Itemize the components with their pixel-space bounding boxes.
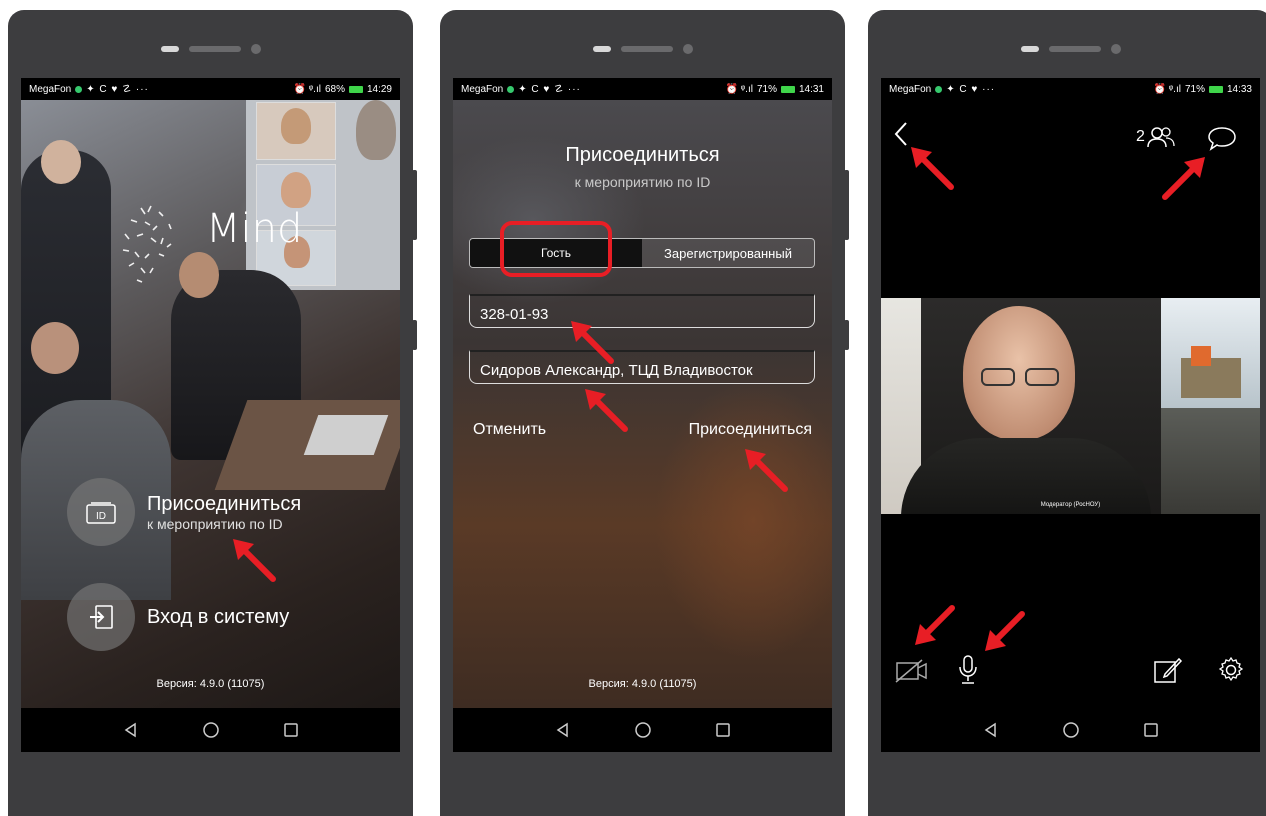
version-label: Версия: 4.9.0 (11075) bbox=[156, 678, 265, 690]
status-bar: MegaFon ✦ C ♥ ☡ ··· ⏰ ᵠ.ıl 68% 14:29 bbox=[21, 78, 400, 100]
red-arrow-icon bbox=[911, 147, 954, 190]
nav-recent-icon[interactable] bbox=[715, 722, 731, 738]
red-arrow-icon bbox=[571, 321, 614, 364]
carrier-label: MegaFon bbox=[461, 83, 504, 95]
carrier-label: MegaFon bbox=[29, 83, 72, 95]
join-icon-circle: ID bbox=[67, 478, 135, 546]
video-wall-photo bbox=[246, 100, 400, 290]
page-subtitle: к мероприятию по ID bbox=[574, 174, 711, 190]
join-button[interactable]: Присоединиться bbox=[689, 421, 812, 439]
phone-1-screen: MegaFon ✦ C ♥ ☡ ··· ⏰ ᵠ.ıl 68% 14:29 Min… bbox=[21, 78, 400, 752]
event-id-input[interactable] bbox=[469, 294, 815, 328]
login-button[interactable]: Вход в систему bbox=[67, 583, 289, 651]
nav-back-icon[interactable] bbox=[123, 722, 139, 738]
status-dot-icon bbox=[75, 85, 83, 93]
nav-back-icon[interactable] bbox=[555, 722, 571, 738]
battery-percent: 71% bbox=[1184, 83, 1205, 95]
notification-icons: ✦ C ♥ ··· bbox=[946, 83, 996, 95]
whiteboard-edit-icon[interactable] bbox=[1153, 656, 1183, 684]
cancel-button[interactable]: Отменить bbox=[473, 421, 546, 439]
nav-recent-icon[interactable] bbox=[283, 722, 299, 738]
clock: 14:33 bbox=[1226, 83, 1252, 95]
side-button bbox=[412, 170, 417, 240]
camera-off-icon[interactable] bbox=[895, 658, 929, 684]
participant-video: Модератор (РосНОУ) bbox=[881, 298, 1260, 514]
signal-icons: ⏰ ᵠ.ıl bbox=[1153, 83, 1181, 95]
join-title: Присоединиться bbox=[147, 492, 302, 515]
chat-icon[interactable] bbox=[1207, 126, 1237, 152]
nav-home-icon[interactable] bbox=[202, 721, 220, 739]
android-nav-bar bbox=[21, 708, 400, 752]
settings-gear-icon[interactable] bbox=[1217, 656, 1245, 684]
red-arrow-icon bbox=[745, 449, 788, 492]
phone-speaker bbox=[592, 44, 693, 54]
page-title: Присоединиться bbox=[565, 144, 720, 166]
red-arrow-icon bbox=[233, 539, 276, 582]
phone-speaker bbox=[160, 44, 261, 54]
mind-logo-mark-icon bbox=[122, 205, 172, 283]
microphone-icon[interactable] bbox=[957, 654, 979, 686]
signal-icons: ⏰ ᵠ.ıl bbox=[293, 83, 321, 95]
phone-2: MegaFon ✦ C ♥ ☡ ··· ⏰ ᵠ.ıl 71% 14:31 При… bbox=[440, 10, 849, 816]
phone-1: MegaFon ✦ C ♥ ☡ ··· ⏰ ᵠ.ıl 68% 14:29 Min… bbox=[8, 10, 417, 816]
login-title: Вход в систему bbox=[147, 605, 290, 628]
notification-icons: ✦ C ♥ ☡ ··· bbox=[518, 83, 581, 95]
status-bar: MegaFon ✦ C ♥ ☡ ··· ⏰ ᵠ.ıl 71% 14:31 bbox=[453, 78, 832, 100]
battery-percent: 68% bbox=[324, 83, 345, 95]
status-dot-icon bbox=[507, 85, 515, 93]
signal-icons: ⏰ ᵠ.ıl bbox=[725, 83, 753, 95]
side-button bbox=[844, 320, 849, 350]
battery-icon bbox=[780, 85, 795, 93]
nav-home-icon[interactable] bbox=[634, 721, 652, 739]
android-nav-bar bbox=[881, 708, 1260, 752]
red-arrow-icon bbox=[1162, 157, 1205, 200]
battery-icon bbox=[348, 85, 363, 93]
nav-home-icon[interactable] bbox=[1062, 721, 1080, 739]
svg-text:ID: ID bbox=[96, 511, 106, 522]
guest-tab-highlight bbox=[500, 221, 612, 277]
phone-3: MegaFon ✦ C ♥ ··· ⏰ ᵠ.ıl 71% 14:33 2 Мод… bbox=[868, 10, 1266, 816]
blurred-background bbox=[453, 100, 832, 708]
status-bar: MegaFon ✦ C ♥ ··· ⏰ ᵠ.ıl 71% 14:33 bbox=[881, 78, 1260, 100]
battery-icon bbox=[1208, 85, 1223, 93]
phone-2-screen: MegaFon ✦ C ♥ ☡ ··· ⏰ ᵠ.ıl 71% 14:31 При… bbox=[453, 78, 832, 752]
login-icon-circle bbox=[67, 583, 135, 651]
join-subtitle: к мероприятию по ID bbox=[147, 515, 283, 532]
nav-recent-icon[interactable] bbox=[1143, 722, 1159, 738]
battery-percent: 71% bbox=[756, 83, 777, 95]
side-button bbox=[844, 170, 849, 240]
red-arrow-icon bbox=[915, 605, 955, 645]
phone-speaker bbox=[1020, 44, 1121, 54]
clock: 14:29 bbox=[366, 83, 392, 95]
tab-registered[interactable]: Зарегистрированный bbox=[642, 239, 814, 267]
red-arrow-icon bbox=[985, 611, 1025, 651]
id-card-icon: ID bbox=[86, 502, 116, 524]
side-button bbox=[412, 320, 417, 350]
nav-back-icon[interactable] bbox=[983, 722, 999, 738]
login-icon bbox=[90, 605, 113, 629]
status-dot-icon bbox=[935, 85, 943, 93]
android-nav-bar bbox=[453, 708, 832, 752]
name-input[interactable] bbox=[469, 350, 815, 384]
notification-icons: ✦ C ♥ ☡ ··· bbox=[86, 83, 149, 95]
red-arrow-icon bbox=[585, 389, 628, 432]
mind-logo: Mind bbox=[206, 206, 303, 252]
carrier-label: MegaFon bbox=[889, 83, 932, 95]
version-label: Версия: 4.9.0 (11075) bbox=[588, 678, 697, 690]
participants-count: 2 bbox=[1136, 128, 1145, 145]
clock: 14:31 bbox=[798, 83, 824, 95]
participants-icon[interactable] bbox=[1147, 126, 1175, 148]
video-caption: Модератор (РосНОУ) bbox=[1040, 502, 1101, 508]
